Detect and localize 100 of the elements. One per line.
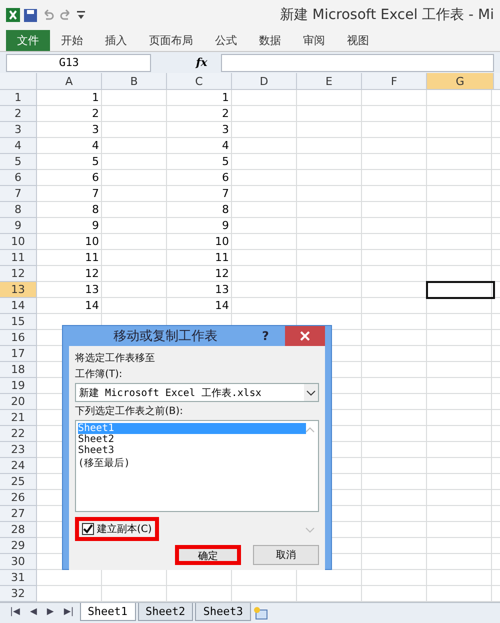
table-cell-text: 3	[91, 122, 100, 138]
table-cell-text: 14	[214, 298, 230, 314]
ribbon-tab[interactable]: 插入	[94, 30, 138, 51]
column-header[interactable]: E	[297, 73, 362, 90]
window-title: 新建 Microsoft Excel 工作表 - Mi	[280, 6, 494, 24]
sheet-nav-button[interactable]: ▶|	[60, 603, 78, 621]
column-header[interactable]: B	[102, 73, 167, 90]
row-header[interactable]: 3	[0, 122, 37, 138]
workbook-dropdown[interactable]: 新建 Microsoft Excel 工作表.xlsx	[75, 383, 319, 402]
ribbon-tab[interactable]: 页面布局	[138, 30, 204, 51]
table-cell-text: 4	[91, 138, 100, 154]
cancel-button[interactable]: 取消	[253, 545, 319, 565]
row-header[interactable]: 9	[0, 218, 37, 234]
table-cell-text: 11	[84, 250, 100, 266]
save-icon[interactable]	[24, 8, 37, 22]
row-header[interactable]: 31	[0, 570, 37, 586]
ribbon-tab[interactable]: 公式	[204, 30, 248, 51]
table-cell-text: 4	[221, 138, 230, 154]
table-cell-text: 13	[84, 282, 100, 298]
table-cell-text: 6	[221, 170, 230, 186]
sheet-nav-button[interactable]: ▶	[42, 603, 58, 621]
column-header[interactable]: C	[167, 73, 232, 90]
table-cell-text: 14	[84, 298, 100, 314]
row-header[interactable]: 28	[0, 522, 37, 538]
row-header[interactable]: 1	[0, 90, 37, 106]
row-header[interactable]: 18	[0, 362, 37, 378]
table-cell-text: 10	[214, 234, 230, 250]
ribbon-tab[interactable]: 开始	[50, 30, 94, 51]
sheet-list-item[interactable]: Sheet3	[78, 445, 306, 456]
ribbon-tab[interactable]: 视图	[336, 30, 380, 51]
insert-function-button[interactable]: fx	[196, 56, 218, 69]
row-header[interactable]: 20	[0, 394, 37, 410]
row-header[interactable]: 7	[0, 186, 37, 202]
table-cell-text: 5	[221, 154, 230, 170]
row-header[interactable]: 16	[0, 330, 37, 346]
row-header[interactable]: 24	[0, 458, 37, 474]
table-cell-text: 2	[91, 106, 100, 122]
row-header[interactable]: 27	[0, 506, 37, 522]
table-cell-text: 13	[214, 282, 230, 298]
table-cell-text: 10	[84, 234, 100, 250]
row-header[interactable]: 22	[0, 426, 37, 442]
formula-input[interactable]	[221, 54, 494, 72]
help-button[interactable]: ?	[262, 329, 269, 343]
table-cell-text: 9	[221, 218, 230, 234]
row-header[interactable]: 4	[0, 138, 37, 154]
sheet-tab[interactable]: Sheet2	[138, 603, 194, 621]
sheet-tab[interactable]: Sheet1	[80, 603, 136, 621]
row-header[interactable]: 17	[0, 346, 37, 362]
table-cell-text: 12	[214, 266, 230, 282]
close-button[interactable]	[285, 326, 325, 346]
table-cell-text: 12	[84, 266, 100, 282]
table-cell-text: 8	[91, 202, 100, 218]
column-header[interactable]: A	[37, 73, 102, 90]
row-header[interactable]: 14	[0, 298, 37, 314]
table-cell-text: 7	[221, 186, 230, 202]
row-header[interactable]: 6	[0, 170, 37, 186]
excel-logo-icon	[6, 8, 20, 22]
column-header[interactable]: D	[232, 73, 297, 90]
column-header[interactable]: G	[427, 73, 494, 90]
row-header[interactable]: 15	[0, 314, 37, 330]
sheet-nav-button[interactable]: ◀	[26, 603, 41, 621]
close-icon	[300, 331, 310, 341]
table-cell-text: 2	[221, 106, 230, 122]
row-header[interactable]: 2	[0, 106, 37, 122]
copy-checkbox[interactable]: 建立副本(C)	[75, 517, 159, 541]
sheet-list-item[interactable]: Sheet2	[78, 434, 306, 445]
sheet-nav-button[interactable]: |◀	[6, 603, 24, 621]
sheet-tab[interactable]: Sheet3	[195, 603, 252, 621]
row-header[interactable]: 19	[0, 378, 37, 394]
table-cell-text: 6	[91, 170, 100, 186]
row-header[interactable]: 12	[0, 266, 37, 282]
row-header[interactable]: 11	[0, 250, 37, 266]
table-cell-text: 9	[91, 218, 100, 234]
file-tab[interactable]: 文件	[6, 30, 50, 51]
row-header[interactable]: 26	[0, 490, 37, 506]
column-header[interactable]: F	[362, 73, 427, 90]
sheet-list-item[interactable]: (移至最后)	[78, 456, 306, 470]
table-cell-text: 8	[221, 202, 230, 218]
row-header[interactable]: 5	[0, 154, 37, 170]
row-header[interactable]: 30	[0, 554, 37, 570]
row-header[interactable]: 25	[0, 474, 37, 490]
ribbon-tab[interactable]: 数据	[248, 30, 292, 51]
row-header[interactable]: 21	[0, 410, 37, 426]
row-header[interactable]: 10	[0, 234, 37, 250]
row-header[interactable]: 32	[0, 586, 37, 602]
ok-button[interactable]: 确定	[175, 545, 241, 565]
row-header[interactable]: 29	[0, 538, 37, 554]
table-cell-text: 1	[221, 90, 230, 106]
workbook-label: 工作簿(T):	[75, 368, 124, 381]
active-cell[interactable]	[427, 282, 494, 298]
before-sheet-label: 下列选定工作表之前(B):	[75, 404, 184, 418]
row-header[interactable]: 23	[0, 442, 37, 458]
ribbon-tab[interactable]: 审阅	[292, 30, 336, 51]
row-header[interactable]: 13	[0, 282, 37, 298]
new-sheet-icon[interactable]	[253, 606, 270, 620]
name-box[interactable]: G13	[6, 54, 151, 72]
table-cell-text: 5	[91, 154, 100, 170]
dialog-title: 移动或复制工作表	[112, 328, 219, 345]
row-header[interactable]: 8	[0, 202, 37, 218]
customize-toolbar-icon[interactable]	[77, 10, 85, 20]
